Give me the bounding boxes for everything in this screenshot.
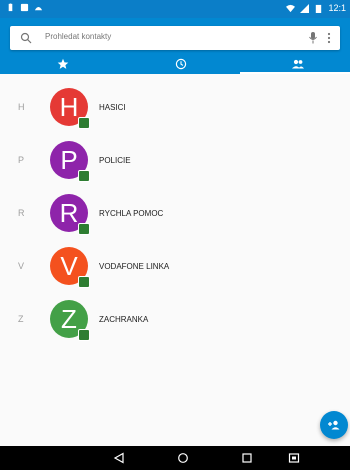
sim-badge-icon	[78, 223, 90, 235]
add-contact-button[interactable]	[320, 411, 348, 439]
section-letter: V	[18, 261, 25, 271]
back-button[interactable]	[111, 450, 127, 466]
section-letter: R	[18, 208, 25, 218]
recents-icon	[242, 453, 252, 463]
mic-icon[interactable]	[308, 31, 318, 45]
avatar-initial: V	[60, 250, 78, 281]
contact-name[interactable]: ZACHRANKA	[99, 315, 148, 324]
search-icon[interactable]	[20, 32, 32, 44]
status-bar: 12:1	[0, 0, 350, 18]
notification-icon	[8, 3, 13, 12]
contact-name[interactable]: POLICIE	[99, 156, 131, 165]
home-button[interactable]	[175, 450, 191, 466]
contact-row[interactable]: R R RYCHLA POMOC	[0, 186, 350, 238]
back-icon	[113, 452, 124, 464]
avatar-initial: P	[60, 144, 78, 175]
search-input[interactable]: Prohledat kontakty	[45, 32, 111, 41]
section-letter: Z	[18, 314, 24, 324]
android-debug-icon	[34, 7, 43, 11]
tab-contacts[interactable]	[240, 54, 350, 74]
home-icon	[178, 453, 188, 463]
contact-row[interactable]: H H HASICI	[0, 80, 350, 132]
section-letter: H	[18, 102, 25, 112]
avatar-initial: Z	[61, 303, 77, 334]
sim-badge-icon	[78, 170, 90, 182]
message-icon	[20, 3, 29, 12]
contact-name[interactable]: VODAFONE LINKA	[99, 262, 169, 271]
signal-icon	[300, 3, 310, 13]
recents-button[interactable]	[239, 450, 255, 466]
clock-icon	[175, 58, 187, 70]
search-bar[interactable]: Prohledat kontakty	[10, 26, 340, 50]
contact-name[interactable]: HASICI	[99, 103, 126, 112]
tab-recents[interactable]	[123, 54, 239, 74]
screenshot-button[interactable]	[286, 450, 302, 466]
tab-favorites[interactable]	[5, 54, 121, 74]
app-bar: Prohledat kontakty	[0, 18, 350, 74]
add-contact-icon	[328, 420, 340, 430]
tab-selected-indicator	[240, 72, 350, 74]
battery-icon	[316, 4, 322, 13]
wifi-icon	[286, 4, 296, 12]
sim-badge-icon	[78, 276, 90, 288]
sim-badge-icon	[78, 117, 90, 129]
sim-badge-icon	[78, 329, 90, 341]
avatar-initial: H	[59, 91, 79, 122]
section-letter: P	[18, 155, 25, 165]
tab-bar	[0, 54, 350, 74]
avatar-initial: R	[59, 197, 79, 228]
contact-row[interactable]: V V VODAFONE LINKA	[0, 239, 350, 291]
contact-row[interactable]: P P POLICIE	[0, 133, 350, 185]
more-vert-icon[interactable]	[326, 31, 332, 45]
people-icon	[292, 59, 304, 69]
screenshot-icon	[288, 453, 300, 463]
navigation-bar	[0, 446, 350, 470]
star-icon	[57, 58, 69, 69]
contact-row[interactable]: Z Z ZACHRANKA	[0, 292, 350, 344]
contact-name[interactable]: RYCHLA POMOC	[99, 209, 163, 218]
status-time: 12:1	[328, 3, 346, 13]
